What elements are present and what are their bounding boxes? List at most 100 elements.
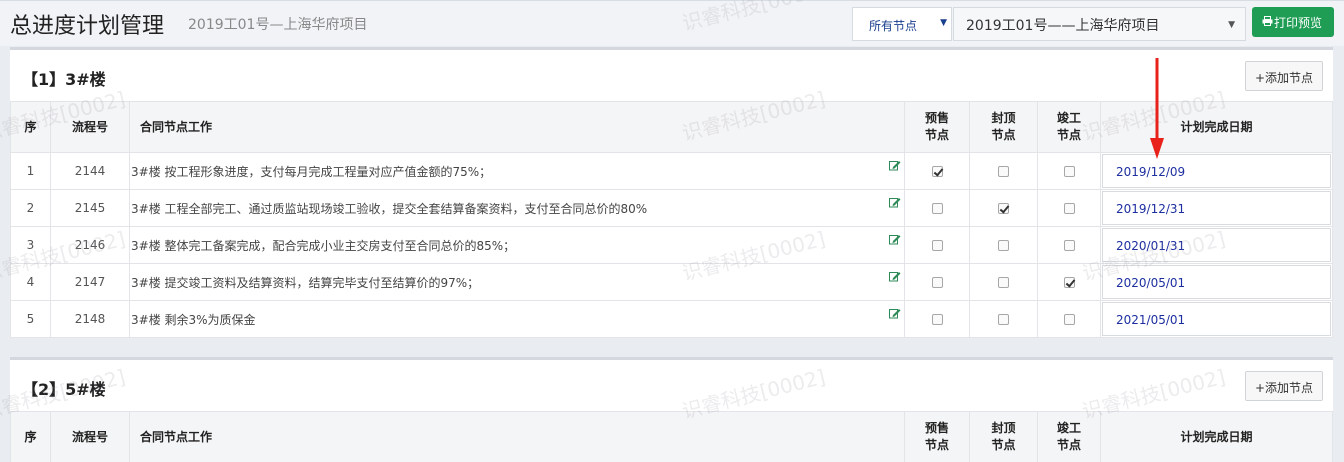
presale-checkbox[interactable] [931,203,943,214]
col-capping-line2: 节点 [991,128,1016,142]
caret-down-icon: ▼ [1228,20,1235,30]
row-work-text: 3#楼 提交竣工资料及结算资料，结算完毕支付至结算价的97%； [131,275,480,290]
col-presale-line1: 预售 [924,111,949,125]
complete-cell [1037,300,1101,338]
plan-date-input[interactable]: 2020/05/01 [1102,265,1331,299]
edit-icon[interactable] [889,197,901,211]
col-flow: 流程号 [50,101,130,153]
row-seq: 4 [10,263,51,301]
section-title: 【2】5#楼 [22,380,106,399]
presale-checkbox[interactable] [931,240,943,251]
row-work: 3#楼 按工程形象进度，支付每月完成工程量对应产值金额的75%； [129,152,905,190]
node-filter-value: 所有节点 [869,19,918,33]
node-filter-select[interactable]: 所有节点 ▼ [852,7,952,41]
table-row: 2 2145 3#楼 工程全部完工、通过质监站现场竣工验收，提交全套结算备案资料，支… [10,189,1333,227]
row-flow: 2144 [50,152,130,190]
plan-date-cell: 2020/05/01 [1100,263,1333,301]
project-select[interactable]: 2019工01号——上海华府项目 ▼ [953,7,1246,41]
row-work-text: 3#楼 工程全部完工、通过质监站现场竣工验收，提交全套结算备案资料，支付至合同总… [131,201,648,216]
col-capping-line1: 封顶 [991,111,1016,125]
presale-checkbox[interactable] [931,314,943,325]
row-flow: 2145 [50,189,130,227]
complete-cell [1037,226,1101,264]
edit-icon[interactable] [889,160,901,174]
capping-checkbox[interactable] [998,166,1009,177]
top-bar: 总进度计划管理 2019工01号—上海华府项目 所有节点 ▼ 2019工01号—… [0,0,1344,46]
capping-cell [969,189,1038,227]
col-presale-line2: 节点 [924,438,949,452]
complete-checkbox[interactable] [1063,166,1075,177]
complete-cell [1037,152,1101,190]
col-complete-line1: 竣工 [1056,421,1081,435]
page-title: 总进度计划管理 [10,14,165,39]
complete-cell [1037,263,1101,301]
row-work: 3#楼 剩余3%为质保金 [129,300,905,338]
table-row: 5 2148 3#楼 剩余3%为质保金 2021/05/01 [10,300,1333,338]
section-panel-building-5: 【2】5#楼 +添加节点 序 流程号 合同节点工作 预售 节点 封顶 节点 竣工 节点… [10,357,1333,462]
plan-date-input[interactable]: 2019/12/31 [1102,191,1331,225]
col-capping-line1: 封顶 [991,421,1016,435]
page-subtitle: 2019工01号—上海华府项目 [188,17,368,33]
col-capping: 封顶 节点 [969,411,1038,462]
presale-checkbox[interactable] [931,277,943,288]
row-work-text: 3#楼 剩余3%为质保金 [131,312,256,327]
col-seq: 序 [10,411,51,462]
complete-checkbox[interactable] [1063,314,1075,325]
edit-icon[interactable] [889,234,901,248]
capping-checkbox[interactable] [998,314,1009,325]
col-capping: 封顶 节点 [969,101,1038,153]
col-seq: 序 [10,101,51,153]
section-panel-building-3: 【1】3#楼 +添加节点 序 流程号 合同节点工作 预售 节点 封顶 节点 竣工 节点… [10,47,1333,338]
table-header-row: 序 流程号 合同节点工作 预售 节点 封顶 节点 竣工 节点 计划完成日期 [10,411,1333,462]
col-complete-line1: 竣工 [1056,111,1081,125]
table-row: 3 2146 3#楼 整体完工备案完成，配合完成小业主交房支付至合同总价的85%； 2… [10,226,1333,264]
col-presale-line2: 节点 [924,128,949,142]
capping-cell [969,263,1038,301]
row-work: 3#楼 整体完工备案完成，配合完成小业主交房支付至合同总价的85%； [129,226,905,264]
row-flow: 2146 [50,226,130,264]
presale-cell [904,226,970,264]
row-work: 3#楼 提交竣工资料及结算资料，结算完毕支付至结算价的97%； [129,263,905,301]
col-presale: 预售 节点 [904,411,970,462]
complete-checkbox[interactable] [1063,240,1075,251]
row-work-text: 3#楼 整体完工备案完成，配合完成小业主交房支付至合同总价的85%； [131,238,516,253]
plan-date-cell: 2020/01/31 [1100,226,1333,264]
row-seq: 2 [10,189,51,227]
row-seq: 1 [10,152,51,190]
print-preview-button[interactable]: 打印预览 [1252,7,1334,37]
plan-date-cell: 2021/05/01 [1100,300,1333,338]
edit-icon[interactable] [889,271,901,285]
plan-date-input[interactable]: 2020/01/31 [1102,228,1331,262]
col-complete-line2: 节点 [1056,128,1081,142]
complete-checkbox[interactable] [1063,277,1075,288]
capping-cell [969,300,1038,338]
plan-date-cell: 2019/12/09 [1100,152,1333,190]
table-row: 1 2144 3#楼 按工程形象进度，支付每月完成工程量对应产值金额的75%； 201… [10,152,1333,190]
edit-icon[interactable] [889,308,901,322]
presale-checkbox[interactable] [931,166,943,177]
col-work: 合同节点工作 [129,101,905,153]
complete-checkbox[interactable] [1063,203,1075,214]
plan-date-input[interactable]: 2021/05/01 [1102,302,1331,336]
capping-cell [969,226,1038,264]
presale-cell [904,152,970,190]
presale-cell [904,263,970,301]
col-complete-line2: 节点 [1056,438,1081,452]
col-complete: 竣工 节点 [1037,101,1101,153]
capping-checkbox[interactable] [998,203,1009,214]
row-seq: 5 [10,300,51,338]
col-complete: 竣工 节点 [1037,411,1101,462]
col-presale-line1: 预售 [924,421,949,435]
complete-cell [1037,189,1101,227]
row-work-text: 3#楼 按工程形象进度，支付每月完成工程量对应产值金额的75%； [131,164,492,179]
row-seq: 3 [10,226,51,264]
add-node-button[interactable]: +添加节点 [1245,61,1323,91]
capping-checkbox[interactable] [998,277,1009,288]
printer-icon [1262,16,1273,26]
print-preview-label: 打印预览 [1274,16,1323,30]
plan-date-input[interactable]: 2019/12/09 [1102,154,1331,188]
add-node-button[interactable]: +添加节点 [1245,371,1323,401]
col-flow: 流程号 [50,411,130,462]
capping-checkbox[interactable] [998,240,1009,251]
row-flow: 2147 [50,263,130,301]
